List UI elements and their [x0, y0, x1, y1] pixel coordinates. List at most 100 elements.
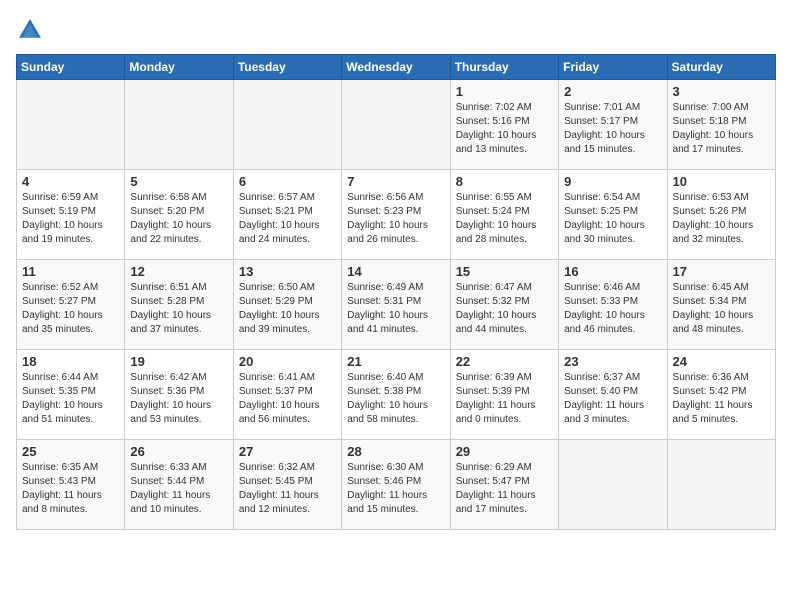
day-info: and 44 minutes.: [456, 323, 553, 337]
calendar-cell: 1Sunrise: 7:02 AMSunset: 5:16 PMDaylight…: [450, 80, 558, 170]
day-number: 11: [22, 264, 119, 279]
day-info: Sunrise: 7:00 AM: [673, 101, 770, 115]
day-info: and 19 minutes.: [22, 233, 119, 247]
day-info: Sunrise: 6:49 AM: [347, 281, 444, 295]
day-info: Daylight: 10 hours: [456, 129, 553, 143]
day-info: Sunset: 5:40 PM: [564, 385, 661, 399]
day-info: Sunset: 5:34 PM: [673, 295, 770, 309]
day-info: and 58 minutes.: [347, 413, 444, 427]
weekday-header-row: SundayMondayTuesdayWednesdayThursdayFrid…: [17, 55, 776, 80]
day-info: Sunset: 5:37 PM: [239, 385, 336, 399]
calendar-cell: 5Sunrise: 6:58 AMSunset: 5:20 PMDaylight…: [125, 170, 233, 260]
day-info: Daylight: 11 hours: [22, 489, 119, 503]
logo: [16, 16, 48, 44]
calendar-cell: 13Sunrise: 6:50 AMSunset: 5:29 PMDayligh…: [233, 260, 341, 350]
day-info: Sunrise: 6:57 AM: [239, 191, 336, 205]
day-info: Sunrise: 6:30 AM: [347, 461, 444, 475]
day-info: Sunset: 5:43 PM: [22, 475, 119, 489]
day-info: Sunrise: 6:44 AM: [22, 371, 119, 385]
day-number: 17: [673, 264, 770, 279]
day-info: Sunset: 5:38 PM: [347, 385, 444, 399]
day-number: 4: [22, 174, 119, 189]
day-info: Sunset: 5:35 PM: [22, 385, 119, 399]
day-info: Sunrise: 6:55 AM: [456, 191, 553, 205]
day-info: Sunrise: 6:54 AM: [564, 191, 661, 205]
calendar-cell: 11Sunrise: 6:52 AMSunset: 5:27 PMDayligh…: [17, 260, 125, 350]
day-info: and 12 minutes.: [239, 503, 336, 517]
calendar-cell: 19Sunrise: 6:42 AMSunset: 5:36 PMDayligh…: [125, 350, 233, 440]
day-number: 16: [564, 264, 661, 279]
day-number: 3: [673, 84, 770, 99]
day-info: Sunset: 5:33 PM: [564, 295, 661, 309]
day-info: Daylight: 11 hours: [456, 399, 553, 413]
day-info: Sunset: 5:24 PM: [456, 205, 553, 219]
calendar-cell: 26Sunrise: 6:33 AMSunset: 5:44 PMDayligh…: [125, 440, 233, 530]
day-info: Sunset: 5:44 PM: [130, 475, 227, 489]
calendar-cell: 4 Sunrise: 6:59 AMSunset: 5:19 PMDaylight…: [17, 170, 125, 260]
day-info: and 48 minutes.: [673, 323, 770, 337]
day-info: and 32 minutes.: [673, 233, 770, 247]
day-info: Daylight: 10 hours: [564, 129, 661, 143]
day-info: Sunrise: 6:35 AM: [22, 461, 119, 475]
day-info: Sunset: 5:19 PM: [22, 205, 119, 219]
day-number: 7: [347, 174, 444, 189]
calendar-cell: 6Sunrise: 6:57 AMSunset: 5:21 PMDaylight…: [233, 170, 341, 260]
day-number: 14: [347, 264, 444, 279]
day-info: Daylight: 10 hours: [239, 219, 336, 233]
day-info: Sunset: 5:16 PM: [456, 115, 553, 129]
day-info: and 35 minutes.: [22, 323, 119, 337]
day-info: Sunset: 5:39 PM: [456, 385, 553, 399]
day-info: Sunrise: 7:01 AM: [564, 101, 661, 115]
day-info: and 56 minutes.: [239, 413, 336, 427]
day-info: Sunset: 5:21 PM: [239, 205, 336, 219]
day-info: Sunset: 5:26 PM: [673, 205, 770, 219]
day-info: Sunset: 5:45 PM: [239, 475, 336, 489]
day-info: Daylight: 10 hours: [347, 399, 444, 413]
day-number: 9: [564, 174, 661, 189]
day-info: and 51 minutes.: [22, 413, 119, 427]
day-info: Daylight: 10 hours: [22, 219, 119, 233]
day-info: Sunset: 5:23 PM: [347, 205, 444, 219]
page-header: [16, 16, 776, 44]
day-info: Sunset: 5:42 PM: [673, 385, 770, 399]
calendar-cell: 8Sunrise: 6:55 AMSunset: 5:24 PMDaylight…: [450, 170, 558, 260]
day-info: Daylight: 10 hours: [673, 309, 770, 323]
day-info: Sunrise: 6:40 AM: [347, 371, 444, 385]
day-info: Daylight: 11 hours: [456, 489, 553, 503]
day-number: 5: [130, 174, 227, 189]
calendar-cell: 16Sunrise: 6:46 AMSunset: 5:33 PMDayligh…: [559, 260, 667, 350]
day-info: Daylight: 11 hours: [347, 489, 444, 503]
calendar-cell: 3Sunrise: 7:00 AMSunset: 5:18 PMDaylight…: [667, 80, 775, 170]
calendar-cell: 28Sunrise: 6:30 AMSunset: 5:46 PMDayligh…: [342, 440, 450, 530]
day-info: Daylight: 10 hours: [239, 399, 336, 413]
calendar-cell: [17, 80, 125, 170]
day-info: Sunrise: 6:32 AM: [239, 461, 336, 475]
day-info: Daylight: 10 hours: [130, 219, 227, 233]
day-info: and 26 minutes.: [347, 233, 444, 247]
day-info: Sunrise: 6:58 AM: [130, 191, 227, 205]
day-number: 2: [564, 84, 661, 99]
day-number: 25: [22, 444, 119, 459]
day-info: Daylight: 10 hours: [239, 309, 336, 323]
day-number: 26: [130, 444, 227, 459]
day-info: Sunrise: 6:36 AM: [673, 371, 770, 385]
day-info: Daylight: 10 hours: [673, 219, 770, 233]
day-info: and 0 minutes.: [456, 413, 553, 427]
calendar-week-row: 4Sunrise: 6:59 AMSunset: 5:19 PMDaylight…: [17, 170, 776, 260]
day-info: Daylight: 10 hours: [673, 129, 770, 143]
calendar-table: SundayMondayTuesdayWednesdayThursdayFrid…: [16, 54, 776, 530]
day-info: and 13 minutes.: [456, 143, 553, 157]
day-info: Daylight: 11 hours: [673, 399, 770, 413]
calendar-cell: [125, 80, 233, 170]
day-info: Sunrise: 6:52 AM: [22, 281, 119, 295]
calendar-week-row: 18Sunrise: 6:44 AMSunset: 5:35 PMDayligh…: [17, 350, 776, 440]
calendar-cell: 23Sunrise: 6:37 AMSunset: 5:40 PMDayligh…: [559, 350, 667, 440]
day-info: and 10 minutes.: [130, 503, 227, 517]
day-info: Sunrise: 6:39 AM: [456, 371, 553, 385]
calendar-cell: 27Sunrise: 6:32 AMSunset: 5:45 PMDayligh…: [233, 440, 341, 530]
day-info: Sunset: 5:29 PM: [239, 295, 336, 309]
day-number: 15: [456, 264, 553, 279]
day-number: 27: [239, 444, 336, 459]
day-info: Sunrise: 6:59 AM: [22, 191, 119, 205]
day-info: and 28 minutes.: [456, 233, 553, 247]
